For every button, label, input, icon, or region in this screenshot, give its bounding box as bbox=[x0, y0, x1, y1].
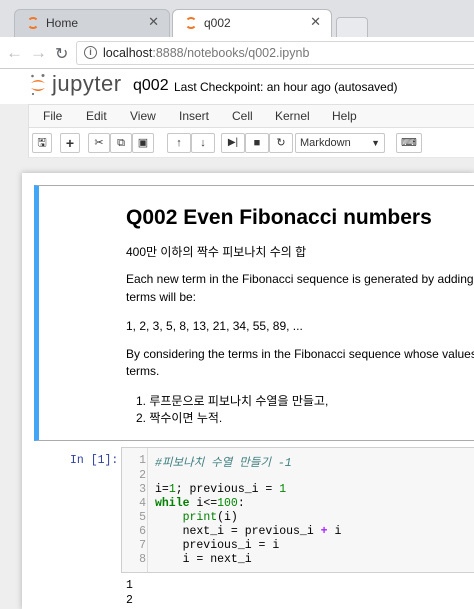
arrow-up-icon: ↑ bbox=[176, 137, 182, 149]
scissors-icon: ✂ bbox=[94, 137, 104, 149]
jupyter-logo-icon[interactable] bbox=[30, 73, 46, 97]
output-line: 1 bbox=[126, 579, 133, 592]
step-forward-icon: ▶| bbox=[227, 137, 239, 148]
notebook-title[interactable]: q002 bbox=[133, 77, 169, 95]
back-arrow-icon[interactable]: ← bbox=[6, 43, 23, 63]
code-line: print(i) bbox=[182, 511, 238, 524]
keyboard-icon: ⌨ bbox=[401, 137, 417, 149]
markdown-subtitle: 400만 이하의 짝수 피보나치 수의 합 bbox=[126, 245, 307, 259]
jupyter-favicon-icon bbox=[27, 17, 39, 29]
menu-insert[interactable]: Insert bbox=[179, 109, 209, 123]
url-input[interactable]: i localhost:8888/notebooks/q002.ipynb bbox=[76, 41, 474, 65]
code-line: next_i = previous_i + i bbox=[155, 525, 342, 538]
forward-arrow-icon[interactable]: → bbox=[30, 43, 47, 63]
input-prompt: In [1]: bbox=[70, 454, 119, 467]
copy-icon: ⧉ bbox=[117, 137, 125, 149]
code-line: i=1; previous_i = 1 bbox=[155, 483, 287, 496]
insert-cell-button[interactable]: + bbox=[60, 133, 80, 153]
copy-button[interactable]: ⧉ bbox=[110, 133, 132, 153]
line-number: 5 bbox=[139, 511, 146, 524]
markdown-paragraph-line: Each new term in the Fibonacci sequence … bbox=[126, 272, 474, 286]
browser-tab-home[interactable]: Home ✕ bbox=[14, 9, 170, 37]
interrupt-kernel-button[interactable]: ■ bbox=[245, 133, 269, 153]
notebook-toolbar: 🖫 + ✂ ⧉ ▣ ↑ ↓ ▶| ■ ↻ Markdown ▼ ⌨ bbox=[28, 128, 474, 158]
menu-help[interactable]: Help bbox=[332, 109, 357, 123]
move-down-button[interactable]: ↓ bbox=[191, 133, 215, 153]
menu-edit[interactable]: Edit bbox=[86, 109, 107, 123]
browser-tab-bar: Home ✕ q002 ✕ bbox=[0, 0, 474, 37]
line-number: 3 bbox=[139, 483, 146, 496]
line-number: 7 bbox=[139, 539, 146, 552]
browser-tab-q002[interactable]: q002 ✕ bbox=[172, 9, 332, 37]
list-item: 2. 짝수이면 누적. bbox=[136, 411, 223, 425]
line-number: 6 bbox=[139, 525, 146, 538]
paste-icon: ▣ bbox=[137, 137, 149, 149]
line-number: 1 bbox=[139, 454, 146, 467]
refresh-icon: ↻ bbox=[276, 137, 286, 149]
markdown-paragraph-line: terms will be: bbox=[126, 290, 197, 304]
close-tab-icon[interactable]: ✕ bbox=[148, 14, 159, 30]
command-palette-button[interactable]: ⌨ bbox=[396, 133, 422, 153]
cell-type-select[interactable]: Markdown ▼ bbox=[295, 133, 385, 153]
line-number: 2 bbox=[139, 469, 146, 482]
jupyter-header: jupyter q002 Last Checkpoint: an hour ag… bbox=[0, 69, 474, 104]
paste-button[interactable]: ▣ bbox=[132, 133, 154, 153]
line-number: 4 bbox=[139, 497, 146, 510]
fibonacci-sequence-text: 1, 2, 3, 5, 8, 13, 21, 34, 55, 89, ... bbox=[126, 319, 303, 333]
arrow-down-icon: ↓ bbox=[200, 137, 206, 149]
cut-button[interactable]: ✂ bbox=[88, 133, 110, 153]
jupyter-favicon-icon bbox=[185, 17, 197, 29]
reload-icon[interactable]: ↻ bbox=[55, 44, 68, 64]
save-button[interactable]: 🖫 bbox=[32, 133, 52, 153]
run-cell-button[interactable]: ▶| bbox=[221, 133, 245, 153]
plus-icon: + bbox=[65, 135, 75, 151]
tab-label: Home bbox=[46, 16, 79, 30]
code-line: i = next_i bbox=[155, 553, 252, 566]
chevron-down-icon: ▼ bbox=[371, 138, 380, 148]
code-line: #피보나치 수열 만들기 -1 bbox=[155, 457, 292, 470]
url-text: localhost:8888/notebooks/q002.ipynb bbox=[103, 46, 310, 60]
stop-icon: ■ bbox=[253, 137, 261, 149]
move-up-button[interactable]: ↑ bbox=[167, 133, 191, 153]
menu-cell[interactable]: Cell bbox=[232, 109, 253, 123]
menu-view[interactable]: View bbox=[130, 109, 156, 123]
jupyter-wordmark: jupyter bbox=[52, 71, 122, 96]
save-icon: 🖫 bbox=[37, 137, 47, 149]
info-icon[interactable]: i bbox=[84, 46, 97, 59]
restart-kernel-button[interactable]: ↻ bbox=[269, 133, 293, 153]
output-line: 2 bbox=[126, 594, 133, 607]
markdown-paragraph-line: terms. bbox=[126, 364, 160, 378]
checkpoint-status: Last Checkpoint: an hour ago (autosaved) bbox=[174, 80, 398, 94]
markdown-paragraph-line: By considering the terms in the Fibonacc… bbox=[126, 347, 474, 361]
list-item: 1. 루프문으로 피보나치 수열을 만들고, bbox=[136, 394, 329, 408]
code-line: previous_i = i bbox=[155, 539, 280, 552]
close-tab-icon[interactable]: ✕ bbox=[310, 14, 321, 30]
markdown-heading: Q002 Even Fibonacci numbers bbox=[126, 206, 432, 229]
new-tab-button[interactable] bbox=[336, 17, 368, 37]
tab-label: q002 bbox=[204, 16, 231, 30]
menu-file[interactable]: File bbox=[43, 109, 62, 123]
code-line: while i<=100: bbox=[155, 497, 245, 510]
address-bar: ← → ↻ i localhost:8888/notebooks/q002.ip… bbox=[0, 37, 474, 69]
menu-bar: File Edit View Insert Cell Kernel Help bbox=[28, 104, 474, 128]
line-number: 8 bbox=[139, 553, 146, 566]
menu-kernel[interactable]: Kernel bbox=[275, 109, 310, 123]
